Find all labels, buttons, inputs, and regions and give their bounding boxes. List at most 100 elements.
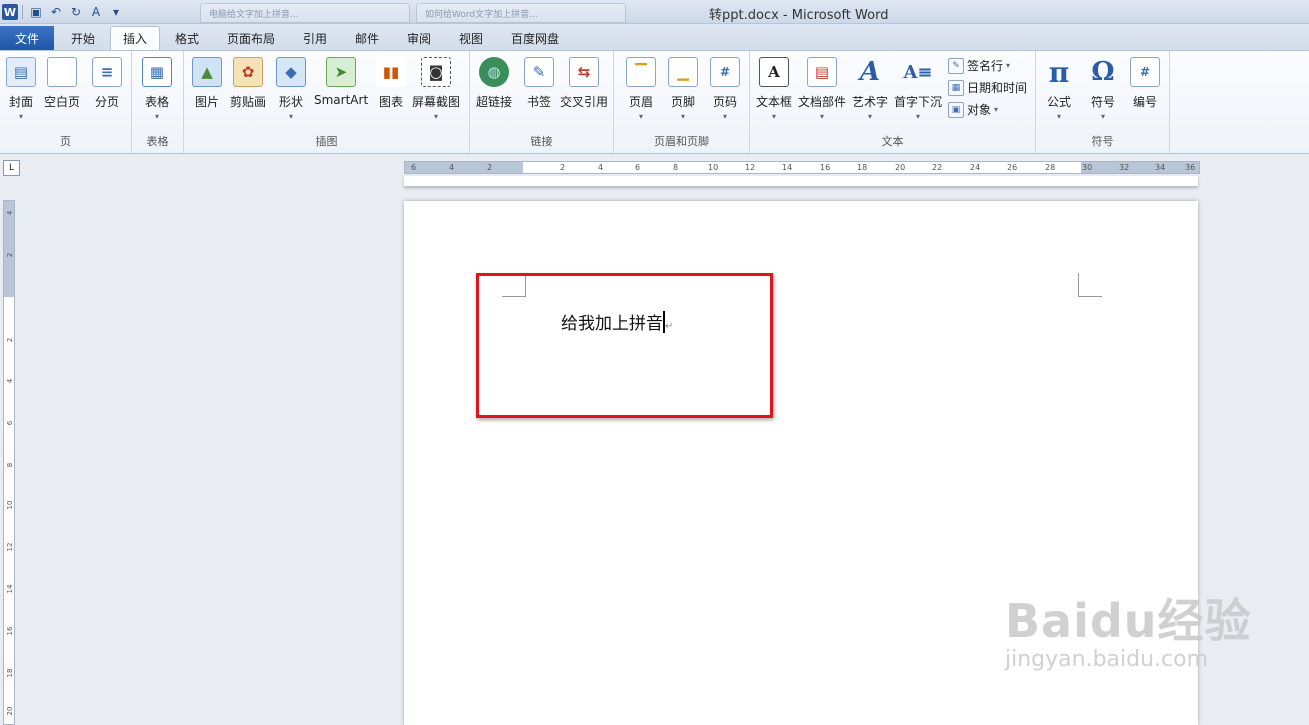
numbering-button[interactable]: # 编号 [1130, 57, 1160, 127]
redo-icon[interactable]: ↻ [67, 3, 85, 21]
wordart-icon: A [859, 57, 881, 87]
hyperlink-label: 超链接 [476, 95, 513, 109]
calendar-icon: ▦ [948, 79, 964, 96]
ruler-left-margin [405, 162, 523, 173]
group-symbols: π 公式 ▾ Ω 符号 ▾ # 编号 符号 [1036, 51, 1170, 153]
undo-icon[interactable]: ↶ [47, 3, 65, 21]
ruler-tick: 2 [6, 337, 14, 343]
date-time-button[interactable]: ▦ 日期和时间 [948, 79, 1027, 96]
numbering-label: 编号 [1132, 95, 1157, 109]
tab-page-layout[interactable]: 页面布局 [220, 26, 282, 50]
text-box-icon: A [759, 57, 789, 87]
horizontal-ruler[interactable]: 6 4 2 2 4 6 8 10 12 14 16 18 20 22 24 26… [404, 161, 1200, 174]
ruler-right-margin [1081, 162, 1199, 173]
tab-mailings[interactable]: 邮件 [346, 26, 388, 50]
paragraph-mark-icon: ↵ [665, 321, 674, 332]
signature-line-label: 签名行 [967, 59, 1004, 73]
object-button[interactable]: ▣ 对象 ▾ [948, 101, 998, 118]
picture-button[interactable]: ▲ 图片 [192, 57, 222, 127]
screenshot-button[interactable]: ◙ 屏幕截图 ▾ [412, 57, 460, 127]
wordart-button[interactable]: A 艺术字 ▾ [852, 57, 888, 127]
tab-baidu-netdisk[interactable]: 百度网盘 [502, 26, 568, 50]
drop-cap-label: 首字下沉 [894, 95, 943, 109]
cover-page-button[interactable]: ▤ 封面 ▾ [6, 57, 36, 127]
smartart-button[interactable]: ➤ SmartArt [314, 57, 368, 127]
ruler-tick: 18 [857, 163, 868, 172]
title-tab-1[interactable]: 电脑给文字加上拼音... [200, 3, 410, 23]
dropdown-arrow-icon: ▾ [1100, 112, 1105, 121]
quick-parts-button[interactable]: ▤ 文档部件 ▾ [798, 57, 846, 127]
tab-file[interactable]: 文件 [0, 26, 54, 50]
tab-insert[interactable]: 插入 [110, 26, 160, 50]
ruler-tick: 10 [708, 163, 719, 172]
save-icon[interactable]: ▣ [27, 3, 45, 21]
previous-page-edge [404, 176, 1198, 186]
ruler-tick: 12 [745, 163, 756, 172]
ruler-tick: 8 [673, 163, 679, 172]
bookmark-button[interactable]: ✎ 书签 [524, 57, 554, 127]
text-box-button[interactable]: A 文本框 ▾ [756, 57, 792, 127]
dropdown-arrow-icon: ▾ [288, 112, 293, 121]
equation-button[interactable]: π 公式 ▾ [1044, 55, 1074, 127]
tab-selector-icon[interactable]: L [3, 160, 20, 176]
ruler-tick: 36 [1185, 163, 1196, 172]
object-label: 对象 [967, 103, 992, 117]
ruler-tick: 4 [6, 210, 14, 216]
ruler-tick: 8 [6, 462, 14, 468]
tab-review[interactable]: 审阅 [398, 26, 440, 50]
tab-references[interactable]: 引用 [294, 26, 336, 50]
shapes-label: 形状 [278, 95, 303, 109]
chart-icon: ▮▮ [376, 57, 406, 87]
footer-button[interactable]: ▁ 页脚 ▾ [668, 57, 698, 127]
picture-label: 图片 [194, 95, 219, 109]
word-icon[interactable]: W [2, 4, 18, 20]
ruler-tick: 20 [895, 163, 906, 172]
dropdown-arrow-icon: ▾ [680, 112, 685, 121]
omega-icon: Ω [1091, 57, 1115, 87]
header-button[interactable]: ▔ 页眉 ▾ [626, 57, 656, 127]
ruler-tick: 2 [560, 163, 566, 172]
page-break-button[interactable]: ≡ 分页 [92, 57, 122, 127]
window-title: 转ppt.docx - Microsoft Word [709, 8, 889, 23]
picture-icon: ▲ [192, 57, 222, 87]
pi-icon: π [1048, 55, 1070, 89]
tab-view[interactable]: 视图 [450, 26, 492, 50]
shapes-button[interactable]: ◆ 形状 ▾ [276, 57, 306, 127]
tab-format[interactable]: 格式 [164, 26, 210, 50]
page-break-label: 分页 [94, 95, 119, 109]
signature-line-button[interactable]: ✎ 签名行 ▾ [948, 57, 1010, 74]
chart-button[interactable]: ▮▮ 图表 [376, 57, 406, 127]
title-tab-2[interactable]: 如何给Word文字加上拼音... [416, 3, 626, 23]
ruler-tick: 10 [6, 500, 14, 510]
watermark-logo-text: Baidu经验 [1005, 594, 1252, 648]
drop-cap-button[interactable]: A≡ 首字下沉 ▾ [894, 57, 942, 127]
clip-art-button[interactable]: ✿ 剪贴画 [230, 57, 266, 127]
document-text[interactable]: 给我加上拼音 ↵ [561, 309, 673, 334]
qat-separator [22, 5, 23, 19]
page-number-button[interactable]: # 页码 ▾ [710, 57, 740, 127]
drop-cap-icon: A≡ [903, 61, 933, 83]
spelling-icon[interactable]: A [87, 3, 105, 21]
shapes-icon: ◆ [276, 57, 306, 87]
blank-page-button[interactable]: 空白页 [44, 57, 80, 127]
ruler-tick: 32 [1119, 163, 1130, 172]
dropdown-arrow-icon: ▾ [868, 112, 873, 121]
group-text-label: 文本 [881, 135, 904, 148]
tab-home[interactable]: 开始 [58, 26, 108, 50]
ruler-tick: 16 [820, 163, 831, 172]
symbol-button[interactable]: Ω 符号 ▾ [1088, 57, 1118, 127]
document-paragraph[interactable]: 给我加上拼音 [561, 314, 663, 334]
group-tables: ▦ 表格 ▾ 表格 [132, 51, 184, 153]
cross-reference-button[interactable]: ⇆ 交叉引用 [560, 57, 608, 127]
table-button[interactable]: ▦ 表格 ▾ [142, 57, 172, 127]
group-pages: ▤ 封面 ▾ 空白页 ≡ 分页 页 [0, 51, 132, 153]
table-label: 表格 [144, 95, 169, 109]
hyperlink-button[interactable]: ◍ 超链接 [476, 57, 512, 127]
group-pages-label: 页 [60, 135, 71, 148]
customize-icon[interactable]: ▾ [107, 3, 125, 21]
ruler-tick: 6 [6, 420, 14, 426]
group-illustrations: ▲ 图片 ✿ 剪贴画 ◆ 形状 ▾ ➤ SmartArt ▮▮ 图表 ◙ 屏幕截… [184, 51, 470, 153]
globe-link-icon: ◍ [479, 57, 509, 87]
vertical-ruler[interactable]: 4 2 2 4 6 8 10 12 14 16 18 20 [3, 200, 15, 725]
baidu-watermark: Baidu经验 jingyan.baidu.com [1005, 585, 1252, 672]
